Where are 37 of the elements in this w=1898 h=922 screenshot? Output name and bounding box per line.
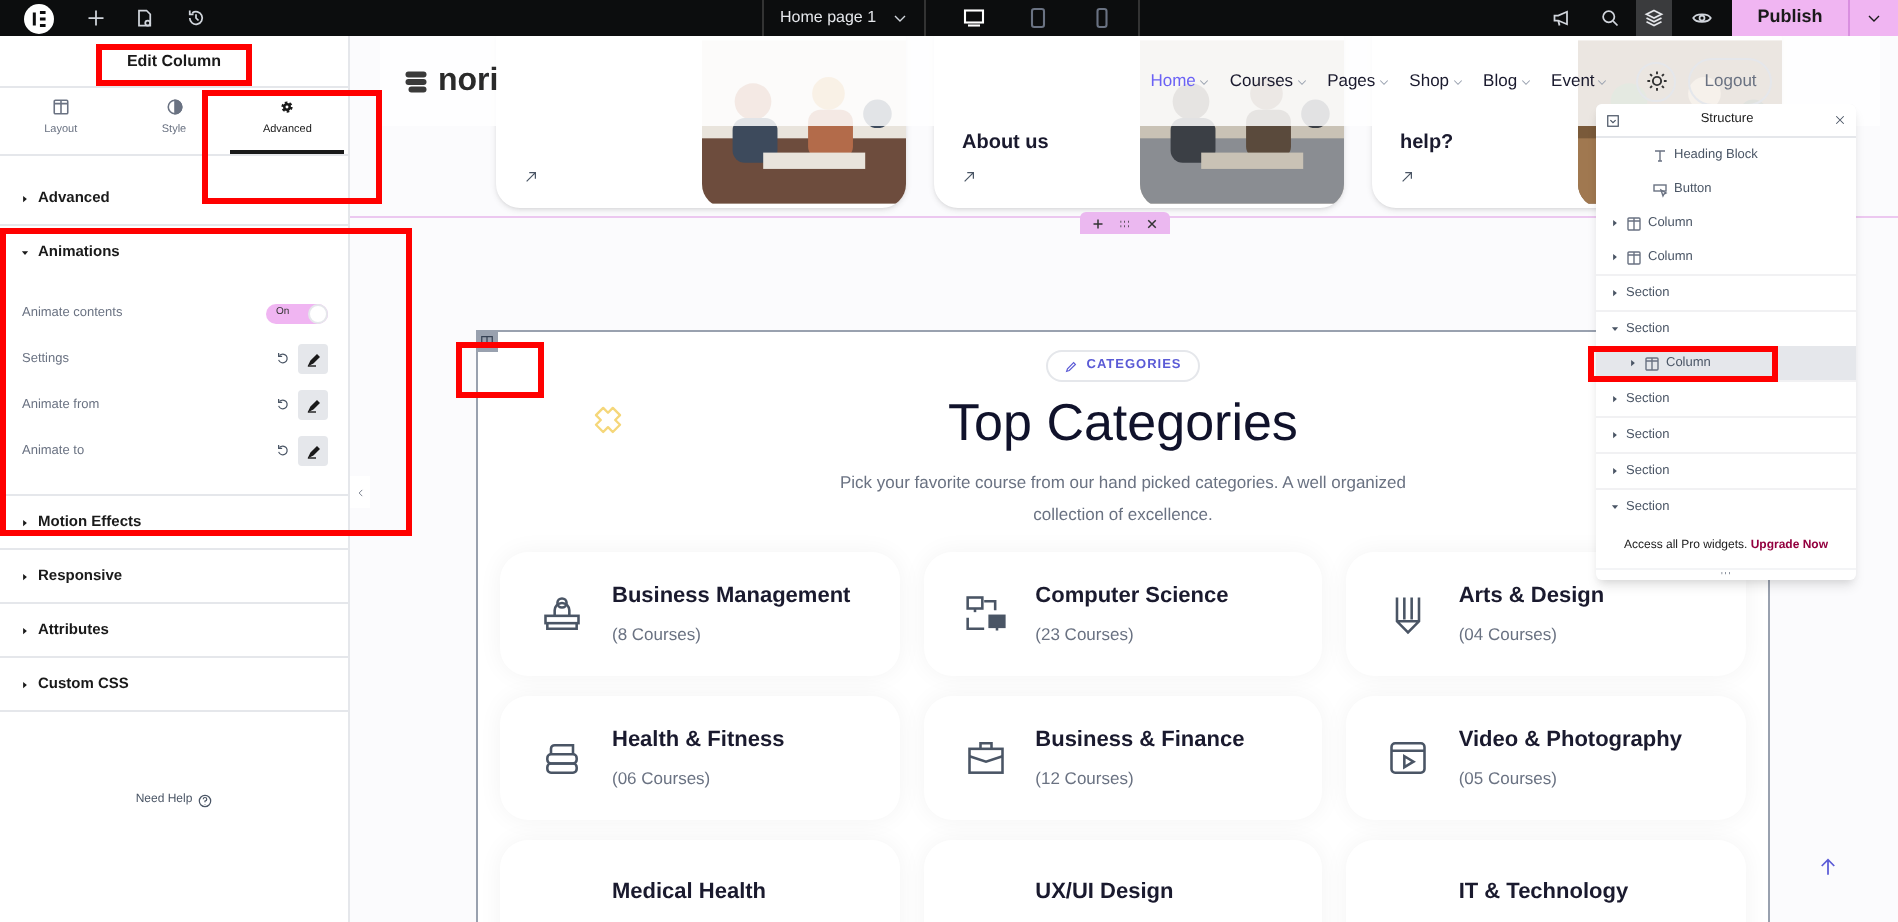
category-card[interactable]: IT & Technology — [1346, 840, 1746, 922]
category-name: Business & Finance — [1035, 725, 1245, 756]
course-count: (12 Courses) — [1035, 766, 1136, 793]
nav-link[interactable]: Courses — [1229, 68, 1308, 94]
category-name: Computer Science — [1035, 581, 1229, 612]
course-count: (04 Courses) — [1458, 622, 1559, 649]
card-title: help? — [1400, 130, 1456, 158]
nav-link[interactable]: Pages — [1327, 68, 1390, 94]
category-card[interactable]: Video & Photography (05 Courses) — [1346, 696, 1746, 820]
category-card[interactable]: Business & Finance (12 Courses) — [923, 696, 1323, 820]
nav-link[interactable]: Blog — [1483, 68, 1532, 94]
course-count: (06 Courses) — [612, 766, 713, 793]
category-card[interactable]: Computer Science (23 Courses) — [923, 552, 1323, 676]
course-count: (23 Courses) — [1035, 622, 1136, 649]
category-name: Business Management — [612, 581, 851, 612]
category-name: Video & Photography — [1458, 725, 1682, 756]
category-name: IT & Technology — [1458, 878, 1629, 908]
category-card[interactable]: Health & Fitness (06 Courses) — [500, 696, 900, 820]
category-card[interactable]: Arts & Design (04 Courses) — [1346, 552, 1746, 676]
category-name: UX/UI Design — [1035, 878, 1174, 908]
nav-link[interactable]: Event — [1551, 68, 1609, 94]
category-name: Health & Fitness — [612, 725, 785, 756]
nav-link[interactable]: Home — [1150, 68, 1210, 94]
category-name: Arts & Design — [1458, 581, 1605, 612]
course-count: (05 Courses) — [1458, 766, 1559, 793]
nav-link[interactable]: Shop — [1409, 68, 1464, 94]
category-card[interactable]: Business Management (8 Courses) — [500, 552, 900, 676]
publish-button[interactable]: Publish — [1732, 0, 1848, 36]
course-count: (8 Courses) — [612, 622, 703, 649]
card-title: About us — [962, 130, 1051, 158]
section-description: Pick your favorite course from our hand picked categories. A well organized collection of excellence. — [837, 470, 1408, 528]
category-card[interactable]: UX/UI Design — [923, 840, 1323, 922]
panel-title: Edit Column — [126, 49, 222, 73]
category-name: Medical Health — [612, 878, 767, 908]
section-heading: Top Categories — [948, 390, 1298, 454]
category-card[interactable]: Medical Health — [500, 840, 900, 922]
site-logo[interactable]: nori — [438, 65, 499, 97]
